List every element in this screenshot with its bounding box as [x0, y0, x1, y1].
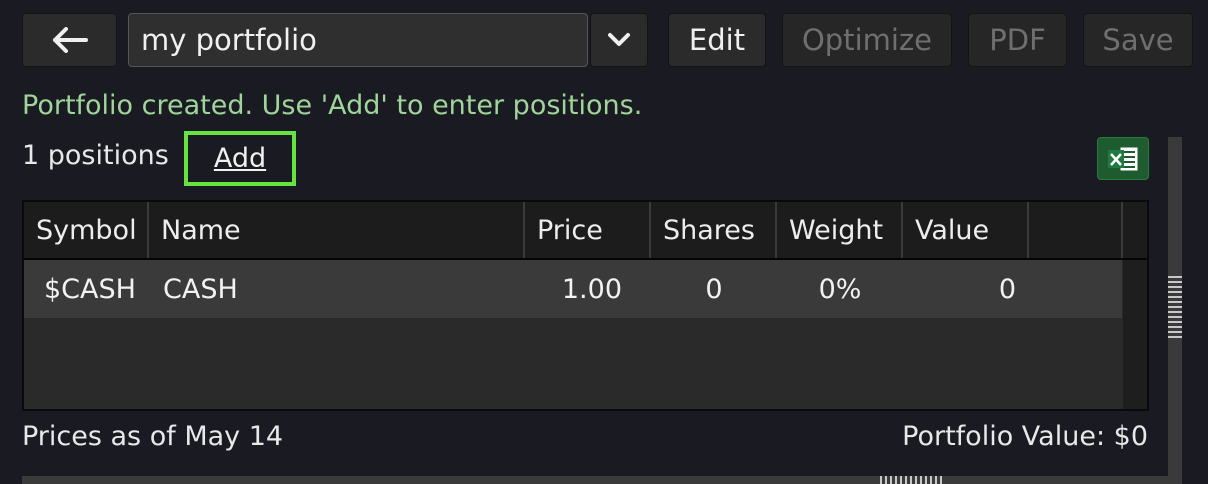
- back-button[interactable]: [22, 13, 117, 67]
- vertical-scrollbar-grip[interactable]: [1168, 276, 1182, 338]
- column-header-value[interactable]: Value: [903, 202, 1029, 258]
- portfolio-select[interactable]: my portfolio: [128, 13, 588, 67]
- cell-symbol: $CASH: [44, 273, 136, 305]
- optimize-button[interactable]: Optimize: [782, 13, 952, 67]
- table-row[interactable]: $CASH CASH 1.00 0 0% 0: [24, 260, 1122, 318]
- prices-date: Prices as of May 14: [22, 421, 284, 452]
- column-header-shares[interactable]: Shares: [651, 202, 777, 258]
- horizontal-scrollbar-grip[interactable]: [880, 476, 942, 484]
- horizontal-scrollbar[interactable]: [22, 476, 1168, 484]
- portfolio-panel: my portfolio Edit Optimize PDF Save Port…: [0, 0, 1208, 484]
- left-arrow-icon: [52, 27, 88, 53]
- cell-weight: 0%: [818, 273, 862, 305]
- column-header-price[interactable]: Price: [525, 202, 651, 258]
- column-header-name[interactable]: Name: [149, 202, 525, 258]
- excel-export-icon: [1108, 146, 1139, 171]
- cell-value: 0: [998, 273, 1016, 305]
- positions-table: Symbol Name Price Shares Weight Value $C…: [22, 200, 1149, 411]
- add-link[interactable]: Add: [214, 143, 266, 174]
- excel-export-button[interactable]: [1097, 137, 1149, 180]
- portfolio-name: my portfolio: [141, 23, 317, 57]
- column-header-symbol[interactable]: Symbol: [24, 202, 149, 258]
- chevron-down-icon: [608, 33, 630, 46]
- column-header-spacer: [1029, 202, 1123, 258]
- positions-count: 1 positions: [22, 140, 169, 171]
- save-button[interactable]: Save: [1083, 13, 1193, 67]
- add-highlight: Add: [184, 131, 296, 186]
- portfolio-dropdown-button[interactable]: [590, 13, 648, 67]
- cell-price: 1.00: [561, 273, 622, 305]
- status-message: Portfolio created. Use 'Add' to enter po…: [22, 90, 643, 121]
- cell-name: CASH: [163, 273, 238, 305]
- cell-shares: 0: [705, 273, 723, 305]
- edit-button[interactable]: Edit: [668, 13, 766, 67]
- pdf-button[interactable]: PDF: [968, 13, 1067, 67]
- portfolio-value: Portfolio Value: $0: [902, 421, 1148, 452]
- table-header: Symbol Name Price Shares Weight Value: [24, 202, 1147, 260]
- column-header-weight[interactable]: Weight: [777, 202, 903, 258]
- table-scrollbar[interactable]: [1123, 260, 1147, 409]
